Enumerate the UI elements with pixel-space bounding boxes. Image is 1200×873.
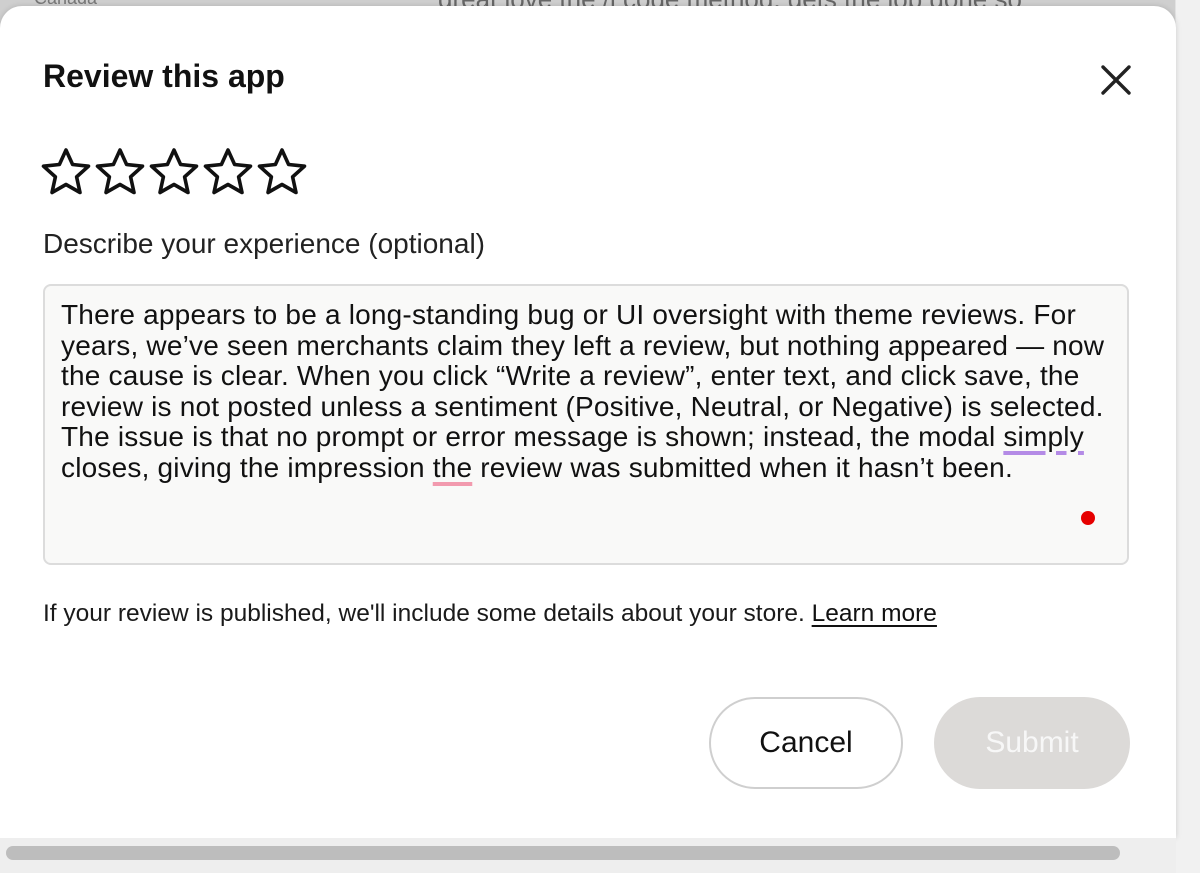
review-field-label: Describe your experience (optional) [43,228,485,259]
submit-button[interactable]: Submit [934,697,1130,789]
publish-notice-text: If your review is published, we'll inclu… [43,600,812,627]
star-outline-icon[interactable] [148,146,200,198]
horizontal-scrollbar-thumb[interactable] [6,846,1120,860]
review-modal: Review this app Describe your experience… [0,6,1176,838]
close-button[interactable] [1090,56,1142,104]
pointer-dot [1081,511,1095,525]
review-text-part1: There appears to be a long-standing bug … [61,299,1105,452]
review-text-part2: closes, giving the impression [61,451,433,483]
review-textarea[interactable]: There appears to be a long-standing bug … [43,284,1129,565]
star-rating [40,146,308,198]
cancel-button[interactable]: Cancel [709,697,903,789]
close-icon [1101,65,1131,95]
star-outline-icon[interactable] [256,146,308,198]
star-outline-icon[interactable] [202,146,254,198]
spellcheck-flagged-word: the [432,451,473,483]
learn-more-link[interactable]: Learn more [812,600,937,627]
review-text-part3: review was submitted when it hasn’t been… [472,451,1013,483]
star-outline-icon[interactable] [40,146,92,198]
modal-title: Review this app [43,58,285,94]
publish-notice: If your review is published, we'll inclu… [43,600,937,628]
vertical-scrollbar-area[interactable] [1175,0,1200,873]
star-outline-icon[interactable] [94,146,146,198]
spellcheck-flagged-word: simply [1003,421,1084,452]
